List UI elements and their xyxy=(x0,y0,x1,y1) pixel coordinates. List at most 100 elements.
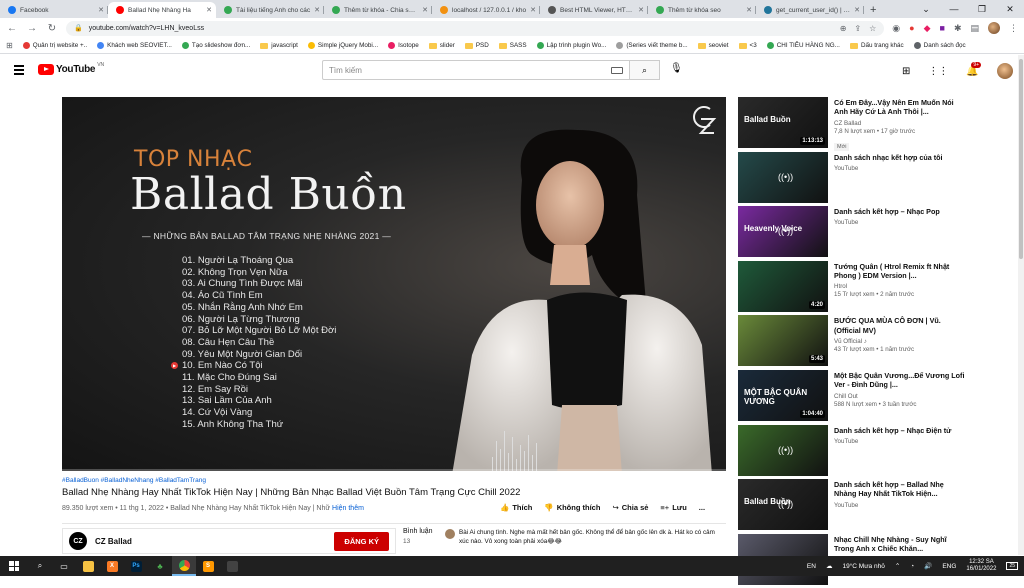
bookmark-item[interactable]: <3 xyxy=(738,42,757,49)
bookmark-item[interactable]: Danh sách đọc xyxy=(913,42,966,49)
bookmark-item[interactable]: Tạo slideshow đơn... xyxy=(181,42,250,49)
related-video-item[interactable]: Heavenly Voice ((•)) Danh sách kết hợp – N… xyxy=(738,206,968,258)
apps-icon[interactable]: ⋮⋮ xyxy=(928,66,948,77)
related-channel[interactable]: YouTube xyxy=(834,438,968,445)
like-button[interactable]: 👍 Thích xyxy=(500,503,532,512)
related-thumbnail[interactable]: Ballad Buồn 1:13:13 xyxy=(738,97,828,148)
related-title[interactable]: Danh sách kết hợp – Nhạc Điện tử xyxy=(834,426,968,435)
puzzle-icon[interactable]: ✱ xyxy=(954,23,962,34)
show-more-link[interactable]: Hiện thêm xyxy=(332,505,364,512)
profile-avatar[interactable] xyxy=(988,22,1000,34)
share-button[interactable]: ↪ Chia sẻ xyxy=(612,503,648,512)
related-thumbnail[interactable]: Ballad Buồn ((•)) xyxy=(738,479,828,531)
channel-name[interactable]: CZ Ballad xyxy=(95,537,132,546)
share-icon[interactable]: ⇪ xyxy=(854,24,861,33)
scrollbar-thumb[interactable] xyxy=(1019,59,1023,259)
search-button[interactable]: ⌕ xyxy=(630,60,660,80)
related-title[interactable]: Một Bậc Quân Vương...Để Vương Lofi Ver -… xyxy=(834,371,968,390)
extension-red-icon[interactable]: ● xyxy=(909,23,914,33)
related-channel[interactable]: YouTube xyxy=(834,502,968,509)
save-button[interactable]: ≡+ Lưu xyxy=(660,503,686,512)
bookmark-item[interactable]: CHI TIÊU HÀNG NG... xyxy=(766,42,840,49)
tab-close-icon[interactable]: ✕ xyxy=(746,6,752,14)
related-title[interactable]: Danh sách kết hợp – Ballad Nhẹ Nhàng Hay… xyxy=(834,480,968,499)
browser-tab[interactable]: Thêm từ khóa - Chia sẻ m ✕ xyxy=(324,2,432,18)
file-explorer-icon[interactable] xyxy=(76,556,100,576)
xampp-icon[interactable]: X xyxy=(100,556,124,576)
related-title[interactable]: Danh sách nhạc kết hợp của tôi xyxy=(834,153,968,162)
search-taskbar-icon[interactable]: ⌕ xyxy=(28,556,52,576)
menu-dots-icon[interactable]: ⋮ xyxy=(1009,23,1018,34)
chevron-down-icon[interactable]: ⌄ xyxy=(912,0,940,18)
maximize-button[interactable]: ❐ xyxy=(968,0,996,18)
extension-pink-icon[interactable]: ◆ xyxy=(924,23,931,34)
hashtags[interactable]: #BalladBuon #BalladNheNhang #BalladTamTr… xyxy=(62,477,206,484)
apps-grid-icon[interactable]: ⊞ xyxy=(6,41,13,50)
language-indicator[interactable]: EN xyxy=(807,563,816,570)
tab-close-icon[interactable]: ✕ xyxy=(206,6,212,14)
weather-text[interactable]: 19°C Mưa nhỏ xyxy=(842,563,884,570)
browser-tab[interactable]: Facebook ✕ xyxy=(0,2,108,18)
browser-tab[interactable]: Best HTML Viewer, HTML B ✕ xyxy=(540,2,648,18)
extension-purple-icon[interactable]: ■ xyxy=(940,23,945,33)
tab-close-icon[interactable]: ✕ xyxy=(314,6,320,14)
reading-list-icon[interactable]: ▤ xyxy=(970,23,979,34)
browser-tab[interactable]: localhost / 127.0.0.1 / kho ✕ xyxy=(432,2,540,18)
dislike-button[interactable]: 👎 Không thích xyxy=(544,503,600,512)
minimize-button[interactable]: — xyxy=(940,0,968,18)
browser-tab[interactable]: Ballad Nhẹ Nhàng Ha ✕ xyxy=(108,2,216,18)
page-scrollbar[interactable] xyxy=(1018,55,1024,555)
comments-teaser[interactable]: Bình luận 13 Bài Ai chung tình. Nghe mà … xyxy=(403,528,726,554)
volume-icon[interactable]: 🔊 xyxy=(924,562,932,570)
related-video-item[interactable]: Ballad Buồn 1:13:13 Có Em Đây...Vậy Nên Em… xyxy=(738,97,968,151)
bookmark-item[interactable]: Isotope xyxy=(388,42,419,49)
notification-center-icon[interactable]: 25 xyxy=(1006,562,1018,570)
bookmark-item[interactable]: seoviet xyxy=(697,42,729,49)
back-button[interactable]: ← xyxy=(6,23,18,34)
clock[interactable]: 12:32 SA 16/01/2022 xyxy=(966,559,996,574)
notifications-button[interactable]: 🔔 9+ xyxy=(966,61,982,77)
progress-bar[interactable] xyxy=(62,469,726,471)
related-thumbnail[interactable]: 5:43 xyxy=(738,315,828,367)
ime-indicator[interactable]: ENG xyxy=(942,563,956,570)
clover-icon[interactable]: ♣ xyxy=(148,556,172,576)
tab-close-icon[interactable]: ✕ xyxy=(530,6,536,14)
related-channel[interactable]: YouTube xyxy=(834,165,968,172)
bookmark-item[interactable]: (Series viết theme b... xyxy=(616,42,688,49)
related-channel[interactable]: Chill Out xyxy=(834,393,968,400)
related-title[interactable]: Danh sách kết hợp – Nhạc Pop xyxy=(834,207,968,216)
youtube-logo[interactable]: YouTube VN xyxy=(38,62,104,75)
related-channel[interactable]: YouTube xyxy=(834,219,968,226)
related-title[interactable]: Tướng Quân ( Htrol Remix ft Nhật Phong )… xyxy=(834,262,968,281)
keyboard-icon[interactable] xyxy=(611,66,623,74)
more-actions-button[interactable]: ... xyxy=(699,503,705,512)
star-icon[interactable]: ☆ xyxy=(869,24,876,33)
bookmark-item[interactable]: SASS xyxy=(498,42,527,49)
related-video-item[interactable]: 4:20 Tướng Quân ( Htrol Remix ft Nhật Pho… xyxy=(738,260,968,312)
camera-icon[interactable]: ◉ xyxy=(892,23,900,34)
related-title[interactable]: Có Em Đây...Vậy Nên Em Muốn Nói Anh Hãy … xyxy=(834,98,968,117)
related-video-item[interactable]: 5:43 BƯỚC QUA MÙA CÔ ĐƠN | Vũ. (Official … xyxy=(738,315,968,367)
new-tab-button[interactable]: + xyxy=(864,4,882,18)
related-video-item[interactable]: MỘT BẬC QUÂN VƯƠNG 1:04:40 Một Bậc Quân Vư… xyxy=(738,369,968,421)
task-view-icon[interactable]: ▭ xyxy=(52,556,76,576)
close-window-button[interactable]: ✕ xyxy=(996,0,1024,18)
search-input[interactable]: Tìm kiếm xyxy=(322,60,630,80)
related-channel[interactable]: Vũ Official ♪ xyxy=(834,338,968,345)
related-thumbnail[interactable]: Heavenly Voice ((•)) xyxy=(738,206,828,258)
related-video-item[interactable]: ((•)) Danh sách kết hợp – Nhạc Điện tử You… xyxy=(738,424,968,476)
subscribe-button[interactable]: ĐĂNG KÝ xyxy=(334,531,389,551)
related-video-item[interactable]: ((•)) Danh sách nhạc kết hợp của tôi YouTu… xyxy=(738,151,968,203)
bookmark-item[interactable]: Simple jQuery Mobi... xyxy=(307,42,378,49)
browser-tab[interactable]: get_current_user_id() | Fun ✕ xyxy=(756,2,864,18)
related-video-item[interactable]: Ballad Buồn ((•)) Danh sách kết hợp – Ball… xyxy=(738,479,968,531)
video-player[interactable]: TOP NHẠC Ballad Buồn — NHỮNG BẢN BALLAD … xyxy=(62,97,726,471)
microphone-icon[interactable]: 🎙 xyxy=(670,63,683,74)
tab-close-icon[interactable]: ✕ xyxy=(854,6,860,14)
tab-close-icon[interactable]: ✕ xyxy=(638,6,644,14)
related-thumbnail[interactable]: ((•)) xyxy=(738,424,828,476)
related-title[interactable]: BƯỚC QUA MÙA CÔ ĐƠN | Vũ. (Official MV) xyxy=(834,316,968,335)
bookmark-item[interactable]: Quản trị website +.. xyxy=(22,42,87,49)
app-dark-icon[interactable] xyxy=(220,556,244,576)
create-video-icon[interactable]: ⊞ xyxy=(902,66,910,77)
